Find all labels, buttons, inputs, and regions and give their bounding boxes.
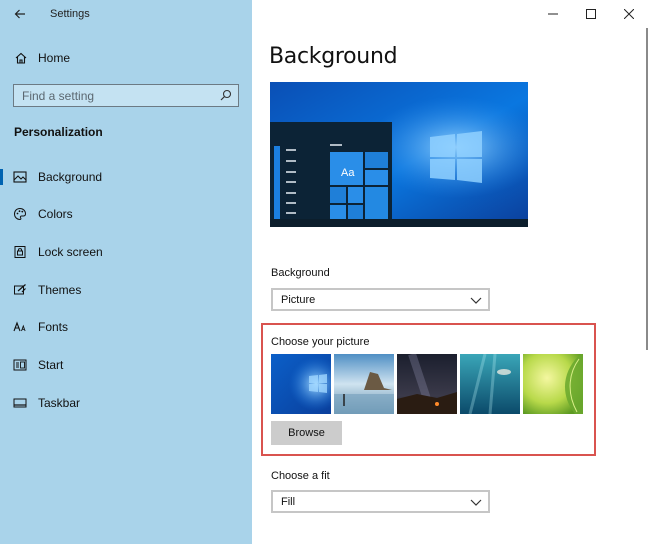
app-title: Settings [50, 8, 90, 20]
sidebar-item-label: Taskbar [38, 396, 81, 410]
picture-icon [12, 169, 28, 185]
back-button[interactable] [9, 4, 31, 24]
close-button[interactable] [610, 0, 648, 28]
maximize-button[interactable] [572, 0, 610, 28]
fonts-icon [12, 319, 28, 335]
background-dropdown-value: Picture [281, 294, 316, 306]
sidebar-item-label: Background [38, 170, 103, 184]
sidebar-item-label: Lock screen [38, 245, 103, 259]
search-input[interactable] [22, 88, 212, 103]
fit-dropdown[interactable]: Fill [271, 490, 490, 513]
lock-screen-icon [12, 244, 28, 260]
sidebar-item-label: Fonts [38, 320, 69, 334]
sidebar-item-taskbar[interactable]: Taskbar [0, 388, 252, 418]
minimize-icon [548, 13, 558, 15]
sidebar: Settings Home Personalization Background… [0, 0, 252, 544]
chevron-down-icon [470, 499, 482, 506]
picture-thumbnail-windows[interactable] [271, 354, 331, 414]
themes-icon [12, 282, 28, 298]
background-dropdown[interactable]: Picture [271, 288, 490, 311]
chevron-down-icon [470, 297, 482, 304]
sidebar-item-themes[interactable]: Themes [0, 275, 252, 305]
maximize-icon [586, 9, 596, 19]
picture-thumbnail-green-leaf[interactable] [523, 354, 583, 414]
sidebar-item-label: Colors [38, 207, 73, 221]
section-title: Personalization [14, 125, 103, 139]
home-icon [14, 51, 28, 65]
sidebar-item-lock-screen[interactable]: Lock screen [0, 237, 252, 267]
fit-dropdown-value: Fill [281, 496, 296, 508]
search-icon[interactable] [219, 88, 233, 102]
browse-button[interactable]: Browse [271, 421, 342, 445]
start-icon [12, 357, 28, 373]
picture-thumbnail-night-sky[interactable] [397, 354, 457, 414]
fit-label: Choose a fit [271, 470, 330, 482]
close-icon [624, 9, 634, 19]
preview-tile-text: Aa [341, 167, 355, 179]
picture-thumbnail-underwater[interactable] [460, 354, 520, 414]
sidebar-item-fonts[interactable]: Fonts [0, 312, 252, 342]
window-controls [534, 0, 648, 28]
background-label: Background [271, 267, 330, 279]
picture-thumbnail-beach[interactable] [334, 354, 394, 414]
search-box[interactable] [13, 84, 239, 107]
title-bar: Settings [0, 0, 252, 28]
page-title: Background [269, 44, 398, 69]
sidebar-item-start[interactable]: Start [0, 350, 252, 380]
palette-icon [12, 206, 28, 222]
taskbar-icon [12, 395, 28, 411]
sidebar-item-label: Themes [38, 283, 82, 297]
sidebar-item-home[interactable]: Home [0, 47, 252, 69]
back-arrow-icon [14, 9, 25, 19]
sidebar-item-background[interactable]: Background [0, 162, 252, 192]
sidebar-item-colors[interactable]: Colors [0, 199, 252, 229]
picture-thumbnails [271, 354, 583, 414]
home-label: Home [38, 51, 71, 65]
choose-picture-label: Choose your picture [271, 336, 370, 348]
sidebar-item-label: Start [38, 358, 64, 372]
main-content: Background Aa Background Picture Choose … [252, 0, 648, 544]
desktop-preview: Aa [270, 82, 528, 227]
minimize-button[interactable] [534, 0, 572, 28]
